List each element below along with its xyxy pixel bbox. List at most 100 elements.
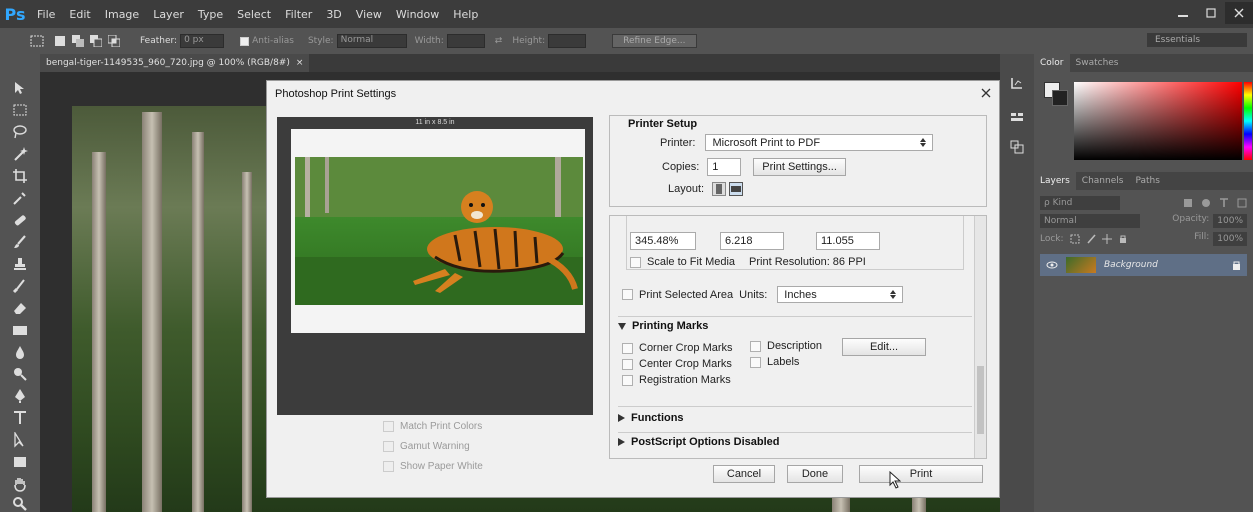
hand-tool[interactable] [12, 476, 28, 492]
print-height-input[interactable]: 6.218 [720, 232, 784, 250]
blend-mode-select[interactable]: Normal [1040, 214, 1140, 228]
adjustment-filter-icon[interactable] [1201, 198, 1211, 208]
gradient-tool[interactable] [12, 322, 28, 338]
minimize-button[interactable] [1169, 2, 1197, 24]
marquee-tool[interactable] [12, 102, 28, 118]
color-spectrum-picker[interactable] [1074, 82, 1242, 160]
cancel-button[interactable]: Cancel [713, 465, 775, 483]
labels-checkbox[interactable] [750, 356, 761, 368]
copies-input[interactable]: 1 [707, 158, 742, 176]
gamut-warning-checkbox[interactable] [383, 441, 394, 452]
shape-filter-icon[interactable] [1237, 198, 1247, 208]
edit-description-button[interactable]: Edit... [842, 338, 926, 356]
scale-input[interactable]: 345.48% [630, 232, 696, 250]
history-brush-tool[interactable] [12, 278, 28, 294]
print-button[interactable]: Print [859, 465, 983, 483]
width-input[interactable] [446, 34, 485, 48]
workspace-switcher[interactable]: Essentials [1147, 33, 1247, 47]
menu-view[interactable]: View [349, 8, 389, 21]
pixel-filter-icon[interactable] [1183, 198, 1193, 208]
libraries-panel-icon[interactable] [1008, 138, 1026, 156]
feather-input[interactable]: 0 px [180, 34, 225, 48]
lock-position-icon[interactable] [1101, 234, 1112, 244]
match-print-colors-option[interactable]: Match Print Colors [383, 421, 482, 432]
background-color-swatch[interactable] [1052, 90, 1068, 106]
refine-edge-button[interactable]: Refine Edge... [612, 34, 697, 48]
settings-scrollbar[interactable] [974, 216, 986, 458]
settings-scroll-panel[interactable]: 345.48% 6.218 11.055 Scale to Fit Media … [609, 215, 987, 459]
eyedropper-tool[interactable] [12, 190, 28, 206]
document-tab-close[interactable]: × [296, 58, 304, 68]
subtract-selection-icon[interactable] [90, 35, 102, 47]
path-selection-tool[interactable] [12, 430, 28, 448]
antialias-checkbox[interactable] [240, 36, 250, 46]
new-selection-icon[interactable] [54, 35, 66, 47]
hue-slider[interactable] [1244, 82, 1252, 160]
units-select[interactable]: Inches [777, 286, 904, 303]
restore-button[interactable] [1197, 2, 1225, 24]
fill-input[interactable]: 100% [1213, 232, 1247, 246]
lock-brush-icon[interactable] [1086, 234, 1096, 244]
print-width-input[interactable]: 11.055 [816, 232, 880, 250]
scrollbar-thumb[interactable] [977, 366, 984, 434]
healing-brush-tool[interactable] [12, 212, 28, 228]
match-print-colors-checkbox[interactable] [383, 421, 394, 432]
layer-kind-filter[interactable]: ρ Kind [1040, 196, 1120, 210]
layer-row-background[interactable]: Background [1040, 254, 1247, 276]
preview-image[interactable] [295, 157, 583, 305]
shape-tool[interactable] [12, 454, 28, 470]
description-checkbox[interactable] [750, 340, 761, 352]
tab-channels[interactable]: Channels [1076, 176, 1130, 186]
intersect-selection-icon[interactable] [108, 35, 120, 47]
menu-3d[interactable]: 3D [319, 8, 348, 21]
type-tool[interactable] [12, 410, 28, 426]
eraser-tool[interactable] [12, 300, 28, 316]
dialog-close-button[interactable] [981, 85, 991, 102]
eye-icon[interactable] [1046, 261, 1058, 269]
tab-swatches[interactable]: Swatches [1070, 58, 1125, 68]
type-filter-icon[interactable] [1219, 198, 1229, 208]
history-panel-icon[interactable] [1008, 74, 1026, 92]
print-settings-button[interactable]: Print Settings... [753, 158, 846, 176]
menu-image[interactable]: Image [98, 8, 146, 21]
brush-tool[interactable] [12, 234, 28, 250]
tab-color[interactable]: Color [1034, 54, 1070, 72]
menu-window[interactable]: Window [389, 8, 446, 21]
menu-layer[interactable]: Layer [146, 8, 191, 21]
close-window-button[interactable] [1225, 2, 1253, 24]
properties-panel-icon[interactable] [1008, 108, 1026, 126]
functions-header[interactable]: Functions [618, 412, 684, 424]
corner-crop-marks-checkbox[interactable] [622, 342, 633, 354]
blur-tool[interactable] [12, 344, 28, 360]
printing-marks-header[interactable]: Printing Marks [618, 320, 708, 332]
height-input[interactable] [548, 34, 587, 48]
clone-stamp-tool[interactable] [12, 256, 28, 272]
marquee-tool-preset[interactable] [30, 35, 44, 47]
crop-tool[interactable] [12, 168, 28, 184]
menu-help[interactable]: Help [446, 8, 485, 21]
print-selected-area-checkbox[interactable] [622, 289, 633, 300]
portrait-layout-icon[interactable] [712, 182, 727, 196]
registration-marks-checkbox[interactable] [622, 374, 633, 386]
pen-tool[interactable] [12, 388, 28, 404]
swap-dimensions-icon[interactable]: ⇄ [495, 36, 503, 46]
show-paper-white-checkbox[interactable] [383, 461, 394, 472]
menu-file[interactable]: File [30, 8, 62, 21]
tab-paths[interactable]: Paths [1129, 176, 1165, 186]
style-select[interactable]: Normal [336, 34, 407, 48]
landscape-layout-icon[interactable] [729, 182, 744, 196]
printer-select[interactable]: Microsoft Print to PDF [705, 134, 934, 151]
move-tool[interactable] [12, 80, 28, 96]
lasso-tool[interactable] [12, 124, 28, 140]
scale-to-fit-checkbox[interactable] [630, 256, 641, 268]
opacity-input[interactable]: 100% [1213, 214, 1247, 228]
menu-select[interactable]: Select [230, 8, 278, 21]
postscript-header[interactable]: PostScript Options Disabled [618, 436, 780, 448]
tab-layers[interactable]: Layers [1034, 172, 1076, 190]
dodge-tool[interactable] [12, 366, 28, 382]
show-paper-white-option[interactable]: Show Paper White [383, 461, 483, 472]
center-crop-marks-checkbox[interactable] [622, 358, 633, 370]
gamut-warning-option[interactable]: Gamut Warning [383, 441, 470, 452]
add-selection-icon[interactable] [72, 35, 84, 47]
lock-pixels-icon[interactable] [1070, 234, 1080, 244]
